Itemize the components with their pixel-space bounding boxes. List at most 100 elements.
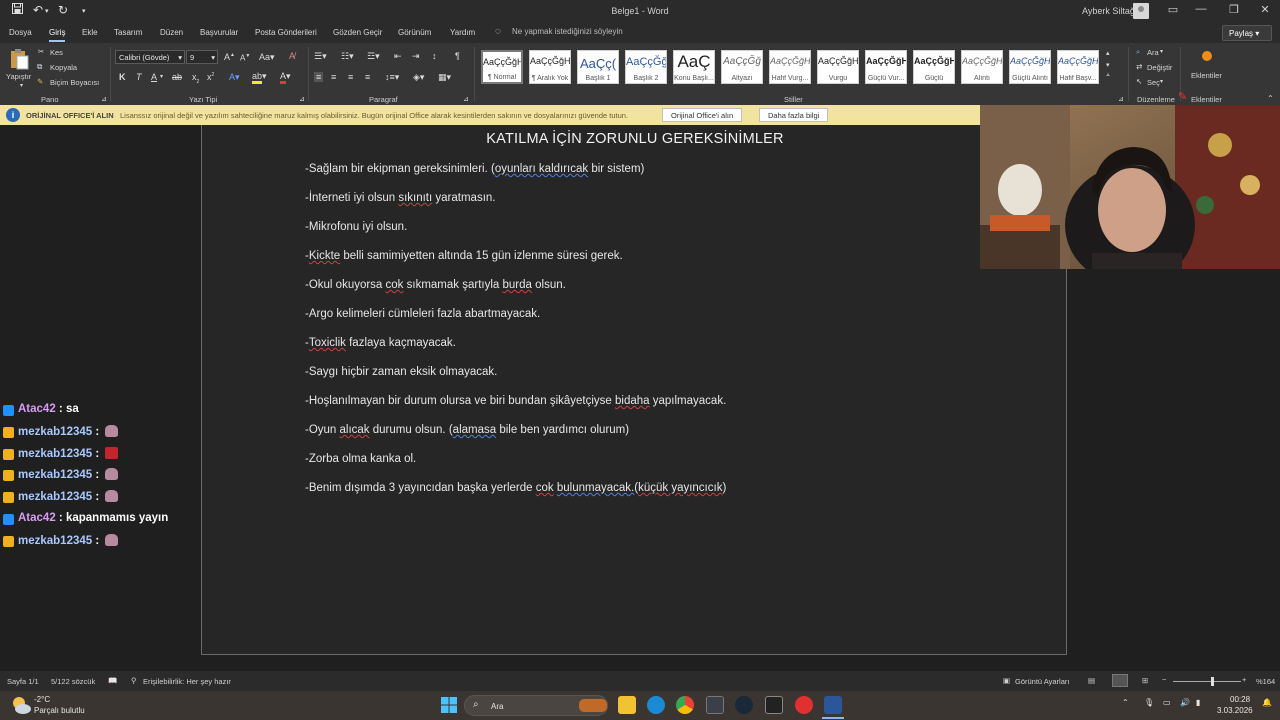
select-button[interactable]: Seç bbox=[1147, 78, 1160, 87]
read-mode-icon[interactable]: ▤ bbox=[1088, 676, 1095, 685]
user-name[interactable]: Ayberk Siltağ bbox=[1082, 6, 1135, 16]
word-count[interactable]: 5/122 sözcük bbox=[51, 677, 95, 686]
select-dropdown-icon[interactable]: ▾ bbox=[1160, 78, 1163, 85]
proofing-mark[interactable]: alamasa bbox=[453, 424, 496, 436]
style-item[interactable]: AaÇçĞğHı ¶ Normal bbox=[481, 50, 523, 84]
find-dropdown-icon[interactable]: ▾ bbox=[1160, 48, 1163, 55]
tab-dosya[interactable]: Dosya bbox=[9, 28, 32, 37]
format-painter-icon[interactable]: ✎ bbox=[37, 77, 43, 86]
print-layout-icon[interactable] bbox=[1112, 674, 1128, 687]
tell-me-search[interactable]: Ne yapmak istediğinizi söyleyin bbox=[512, 27, 623, 36]
chat-username[interactable]: mezkab12345 bbox=[18, 535, 92, 547]
style-item[interactable]: AaÇçĞğ Altyazı bbox=[721, 50, 763, 84]
document-line[interactable]: -Benim dışımda 3 yayıncıdan başka yerler… bbox=[305, 482, 726, 494]
align-center-icon[interactable]: ≡ bbox=[331, 72, 336, 82]
proofing-mark[interactable]: bidaha bbox=[615, 395, 650, 407]
tab-giris[interactable]: Giriş bbox=[49, 28, 66, 42]
show-formatting-icon[interactable]: ¶ bbox=[455, 51, 460, 61]
strikethrough-icon[interactable]: ab bbox=[172, 72, 182, 82]
proofing-mark[interactable]: cok bbox=[536, 482, 554, 494]
tab-yardim[interactable]: Yardım bbox=[450, 28, 475, 37]
learn-more-button[interactable]: Daha fazla bilgi bbox=[759, 108, 829, 122]
microphone-icon[interactable]: 🎙 bbox=[1144, 698, 1154, 707]
document-line[interactable]: -Mikrofonu iyi olsun. bbox=[305, 221, 407, 233]
document-page[interactable]: KATILMA İÇİN ZORUNLU GEREKSİNİMLER -Sağl… bbox=[201, 125, 1067, 655]
document-line[interactable]: -Argo kelimeleri cümleleri fazla abartma… bbox=[305, 308, 540, 320]
steam-icon[interactable] bbox=[735, 696, 753, 714]
decrease-indent-icon[interactable]: ⇤ bbox=[394, 51, 402, 62]
accessibility-status[interactable]: Erişilebilirlik: Her şey hazır bbox=[143, 677, 231, 686]
notifications-icon[interactable]: 🔔 bbox=[1262, 698, 1272, 707]
styles-scroll-down-icon[interactable]: ▾ bbox=[1106, 61, 1110, 69]
borders-icon[interactable]: ▦▾ bbox=[438, 72, 451, 83]
increase-indent-icon[interactable]: ⇥ bbox=[412, 51, 420, 62]
style-item[interactable]: AaÇçĞğHı Güçlü Alıntı bbox=[1009, 50, 1051, 84]
copy-icon[interactable]: ⧉ bbox=[37, 62, 42, 72]
highlight-icon[interactable]: ab▾ bbox=[252, 71, 267, 84]
word-icon[interactable] bbox=[824, 696, 842, 714]
zoom-level[interactable]: %164 bbox=[1256, 677, 1275, 686]
document-heading[interactable]: KATILMA İÇİN ZORUNLU GEREKSİNİMLER bbox=[202, 131, 1068, 147]
shrink-font-icon[interactable]: A▼ bbox=[240, 53, 250, 63]
chrome-icon[interactable] bbox=[676, 696, 694, 714]
styles-more-icon[interactable]: ⩡ bbox=[1106, 72, 1110, 80]
font-color-icon[interactable]: A▾ bbox=[280, 71, 291, 84]
ribbon-display-icon[interactable]: ▭ bbox=[1158, 3, 1188, 16]
underline-button[interactable]: A bbox=[151, 72, 157, 82]
font-size-combo[interactable]: 9 ▾ bbox=[186, 50, 218, 64]
multilevel-list-icon[interactable]: ☲▾ bbox=[367, 51, 380, 62]
proofing-mark[interactable]: küçük yayıncıcık bbox=[638, 482, 722, 494]
paste-dropdown-icon[interactable]: ▾ bbox=[20, 82, 23, 89]
proofing-mark[interactable]: bulunmayacak. bbox=[557, 482, 634, 494]
replace-icon[interactable]: ⇄ bbox=[1136, 62, 1142, 71]
tab-duzen[interactable]: Düzen bbox=[160, 28, 183, 37]
tray-overflow-icon[interactable]: ⌃ bbox=[1122, 698, 1129, 707]
proofing-mark[interactable]: oyunları kaldırıcak bbox=[495, 163, 588, 175]
chat-username[interactable]: mezkab12345 bbox=[18, 426, 92, 438]
italic-button[interactable]: T bbox=[136, 72, 142, 82]
find-button[interactable]: Ara bbox=[1147, 48, 1159, 57]
document-line[interactable]: -Hoşlanılmayan bir durum olursa ve biri … bbox=[305, 395, 726, 407]
document-line[interactable]: -Sağlam bir ekipman gereksinimleri. (oyu… bbox=[305, 163, 644, 175]
file-explorer-icon[interactable] bbox=[618, 696, 636, 714]
web-layout-icon[interactable]: ⊞ bbox=[1142, 676, 1148, 685]
chat-username[interactable]: mezkab12345 bbox=[18, 448, 92, 460]
epic-games-icon[interactable] bbox=[765, 696, 783, 714]
document-line[interactable]: -İnterneti iyi olsun sıkınıtı yaratmasın… bbox=[305, 192, 495, 204]
accessibility-icon[interactable]: ⚲ bbox=[131, 676, 137, 685]
store-icon[interactable] bbox=[706, 696, 724, 714]
find-icon[interactable]: ⌕ bbox=[1136, 47, 1140, 57]
proofing-mark[interactable]: alıcak bbox=[340, 424, 370, 436]
superscript-icon[interactable]: x2 bbox=[207, 72, 214, 82]
document-line[interactable]: -Saygı hiçbir zaman eksik olmayacak. bbox=[305, 366, 497, 378]
volume-icon[interactable]: 🔊 bbox=[1180, 698, 1190, 707]
clipboard-launcher-icon[interactable]: ⊿ bbox=[101, 95, 107, 103]
grow-font-icon[interactable]: A▲ bbox=[224, 52, 235, 62]
clear-formatting-icon[interactable]: A̸ bbox=[289, 51, 295, 61]
cut-icon[interactable]: ✂ bbox=[38, 47, 44, 56]
bullets-icon[interactable]: ☰▾ bbox=[314, 51, 327, 62]
minimize-icon[interactable]: — bbox=[1186, 3, 1216, 15]
close-icon[interactable]: ✕ bbox=[1250, 3, 1280, 16]
style-item[interactable]: AaÇ Konu Başlı... bbox=[673, 50, 715, 84]
proofing-mark[interactable]: cok bbox=[386, 279, 404, 291]
get-office-button[interactable]: Orijinal Office'i alın bbox=[662, 108, 743, 122]
tab-tasarim[interactable]: Tasarım bbox=[114, 28, 142, 37]
copy-button[interactable]: Kopyala bbox=[50, 63, 77, 72]
format-painter-button[interactable]: Biçim Boyacısı bbox=[50, 78, 99, 87]
clock-time[interactable]: 00:28 bbox=[1230, 695, 1250, 704]
cut-button[interactable]: Kes bbox=[50, 48, 63, 57]
text-effects-icon[interactable]: A▾ bbox=[229, 72, 240, 83]
edge-icon[interactable] bbox=[647, 696, 665, 714]
addins-icon[interactable] bbox=[1202, 51, 1212, 61]
tab-basvurular[interactable]: Başvurular bbox=[200, 28, 238, 37]
shading-icon[interactable]: ◈▾ bbox=[413, 72, 424, 83]
line-spacing-icon[interactable]: ↕≡▾ bbox=[385, 72, 399, 83]
network-icon[interactable]: ▭ bbox=[1163, 698, 1171, 707]
recording-app-icon[interactable] bbox=[795, 696, 813, 714]
sort-icon[interactable]: ↕ bbox=[432, 51, 437, 61]
styles-launcher-icon[interactable]: ⊿ bbox=[1118, 95, 1124, 103]
display-settings-icon[interactable]: ▣ bbox=[1003, 676, 1010, 685]
display-settings-button[interactable]: Görüntü Ayarları bbox=[1015, 677, 1069, 686]
tab-gorunum[interactable]: Görünüm bbox=[398, 28, 431, 37]
